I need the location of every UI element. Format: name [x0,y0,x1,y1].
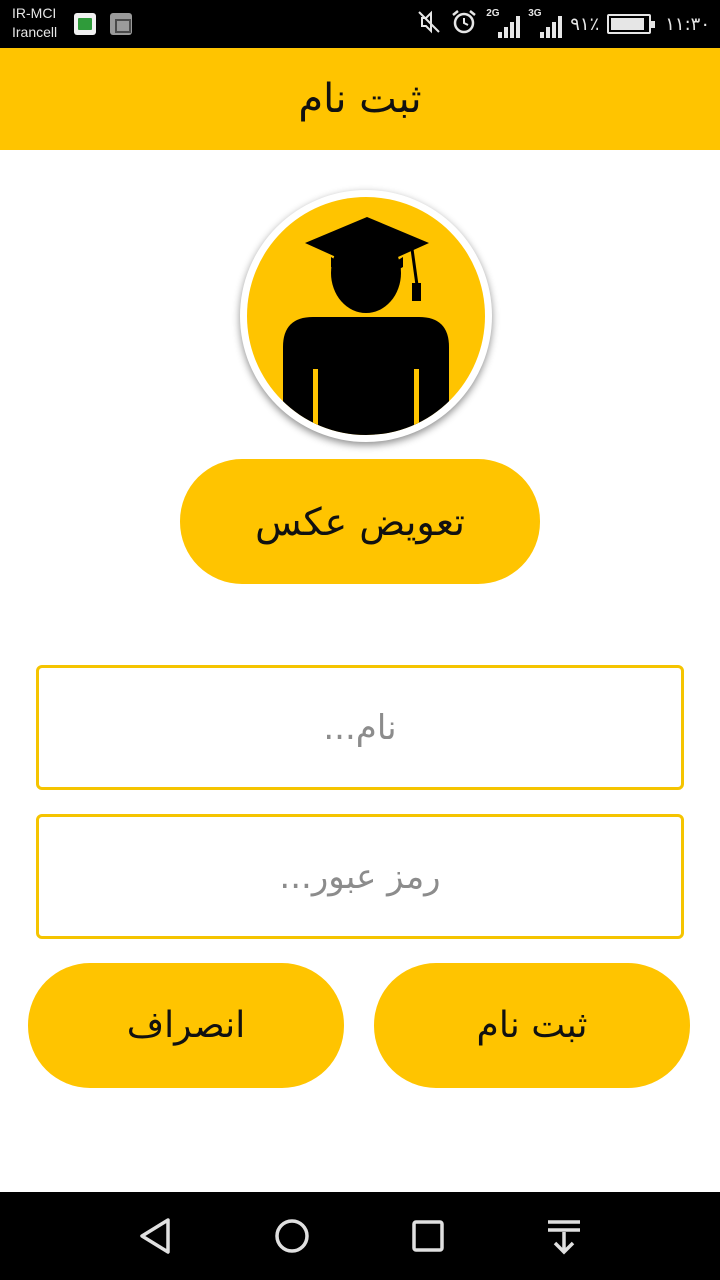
name-input[interactable] [39,668,681,787]
notifications-pull-icon[interactable] [538,1210,590,1262]
recents-icon[interactable] [402,1210,454,1262]
battery-percent: ۹۱٪ [570,13,600,35]
carrier-info: IR-MCI Irancell [12,4,57,42]
carrier-2: Irancell [12,24,58,40]
password-field-container [36,814,684,939]
change-photo-button[interactable]: تعویض عکس [180,459,540,584]
register-button[interactable]: ثبت نام [374,963,690,1088]
cancel-button[interactable]: انصراف [28,963,344,1088]
graduate-icon [283,217,449,435]
battery-fill [611,18,644,30]
avatar-image [247,197,485,435]
home-icon[interactable] [266,1210,318,1262]
battery-icon [607,14,656,34]
app-bar: ثبت نام [0,48,720,150]
navigation-bar [0,1192,720,1280]
signal-3g-icon: 3G [528,8,563,38]
calendar-notification-icon [74,13,96,35]
back-icon[interactable] [130,1210,182,1262]
mute-icon [416,9,442,39]
carrier-1: IR-MCI [12,5,57,21]
status-bar: IR-MCI Irancell 2G 3G ۹۱٪ ۱۱:۳۰ [0,0,720,48]
status-icons: 2G 3G ۹۱٪ ۱۱:۳۰ [416,0,710,48]
avatar[interactable] [240,190,492,442]
alarm-icon [450,8,478,40]
page-title: ثبت نام [298,76,422,122]
image-notification-icon [110,13,132,35]
name-field-container [36,665,684,790]
clock: ۱۱:۳۰ [665,13,710,35]
password-input[interactable] [39,817,681,936]
signal-2g-icon: 2G [486,8,521,38]
